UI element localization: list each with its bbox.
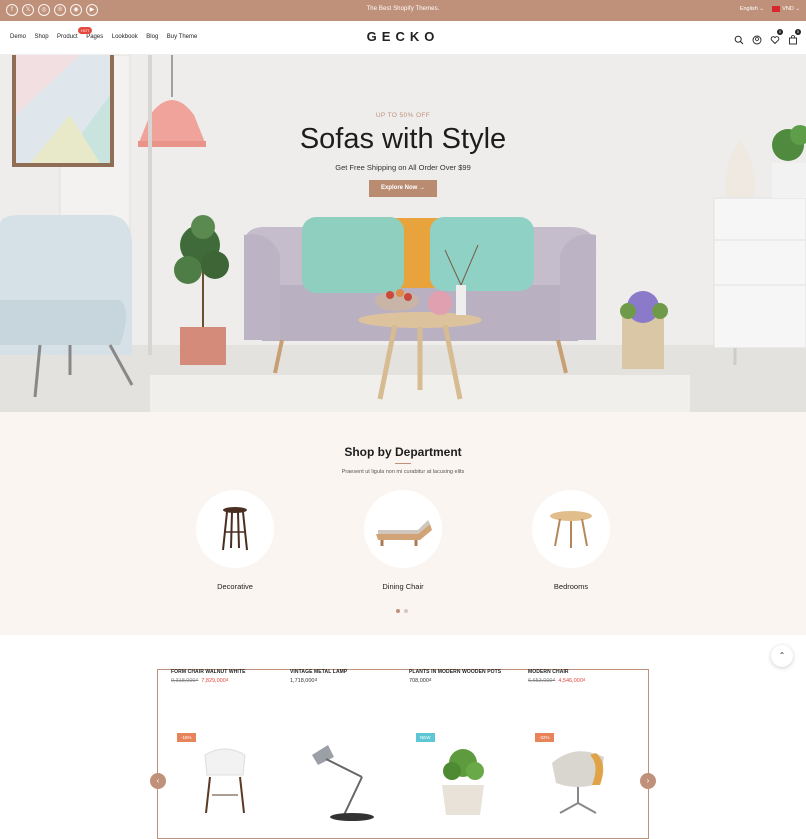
flag-icon <box>772 6 781 12</box>
stool-icon <box>196 490 274 568</box>
cart-icon[interactable]: 0 <box>788 29 801 45</box>
section-description: Praesent ut ligula non mi curabitur at l… <box>341 469 465 475</box>
hero-banner: UP TO 50% OFF Sofas with Style Get Free … <box>0 55 806 412</box>
product-image-lamp <box>312 745 374 821</box>
search-icon[interactable] <box>734 32 744 45</box>
currency-label: VND ⌄ <box>782 6 800 12</box>
category-label: Decorative <box>217 582 253 591</box>
hero-room-illustration <box>0 55 806 412</box>
wishlist-count: 0 <box>777 29 783 35</box>
carousel-next-button[interactable]: › <box>640 773 656 789</box>
currency-selector[interactable]: VND ⌄ <box>772 6 800 12</box>
product-image-plant <box>442 749 484 815</box>
product-images <box>204 745 604 821</box>
promo-text: The Best Shopify Themes. <box>366 6 440 12</box>
shop-by-department: Shop by Department Praesent ut ligula no… <box>0 412 806 635</box>
hero-subtitle: Get Free Shipping on All Order Over $99 <box>335 163 471 172</box>
category-label: Dining Chair <box>382 582 424 591</box>
carousel-dots <box>396 609 408 613</box>
category-label: Bedrooms <box>553 582 589 591</box>
explore-now-button[interactable]: Explore Now → <box>369 180 437 197</box>
cart-count: 0 <box>795 29 801 35</box>
site-logo[interactable]: GECKO <box>0 29 806 44</box>
carousel-dot-2[interactable] <box>404 609 408 613</box>
category-decorative[interactable]: Decorative <box>196 490 274 591</box>
carousel-prev-button[interactable]: ‹ <box>150 773 166 789</box>
language-selector[interactable]: English ⌄ <box>740 6 764 12</box>
product-image-chair <box>204 748 246 814</box>
product-image-modern-chair <box>552 751 604 814</box>
lounger-icon <box>364 490 442 568</box>
section-title: Shop by Department <box>344 445 462 459</box>
category-dining-chair[interactable]: Dining Chair <box>364 490 442 591</box>
hero-title: Sofas with Style <box>299 123 507 155</box>
title-divider <box>395 463 411 464</box>
table-icon <box>532 490 610 568</box>
product-carousel-section: ⌃ FORM CHAIR WALNUT WHITE 9,318,000₫ 7,82… <box>0 635 806 839</box>
announcement-bar: f 𝕏 ◎ ℗ ◉ ▶ The Best Shopify Themes. Eng… <box>0 0 806 21</box>
wishlist-icon[interactable]: 0 <box>770 29 783 45</box>
hero-eyebrow: UP TO 50% OFF <box>375 112 431 119</box>
category-bedrooms[interactable]: Bedrooms <box>532 490 610 591</box>
carousel-dot-1[interactable] <box>396 609 400 613</box>
header-icons: 0 0 <box>734 29 801 45</box>
main-header: Demo Shop Product Pages Lookbook Blog Bu… <box>0 21 806 55</box>
account-icon[interactable] <box>752 32 762 45</box>
